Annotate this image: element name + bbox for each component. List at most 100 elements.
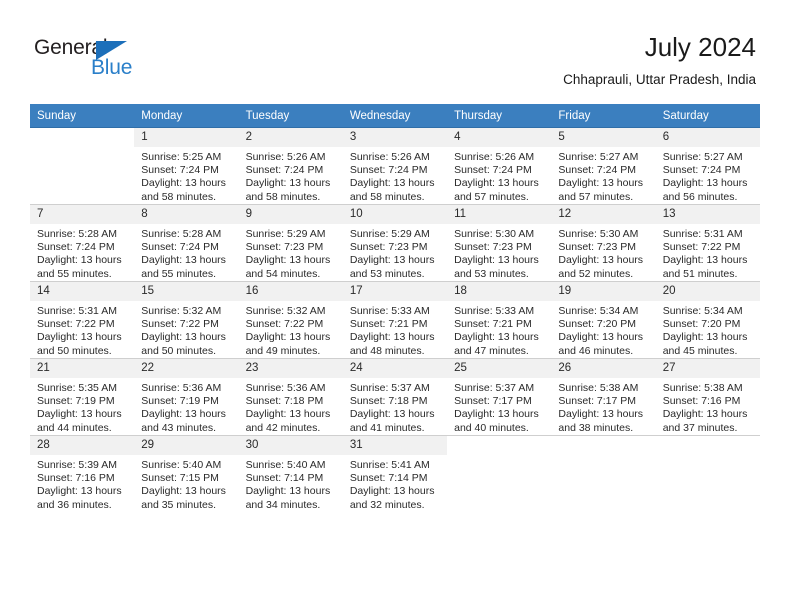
- day-details: Sunrise: 5:32 AM Sunset: 7:22 PM Daylight:…: [134, 301, 238, 358]
- daylight-text-line1: Daylight: 13 hours: [141, 331, 226, 344]
- day-details: Sunrise: 5:40 AM Sunset: 7:15 PM Daylight:…: [134, 455, 238, 512]
- calendar-day-cell[interactable]: 28 Sunrise: 5:39 AM Sunset: 7:16 PM Dayligh…: [30, 435, 135, 512]
- sunrise-text: Sunrise: 5:27 AM: [662, 151, 743, 163]
- daylight-text-line2: and 55 minutes.: [141, 267, 216, 280]
- day-number: 26: [551, 359, 656, 378]
- calendar-day-cell[interactable]: 9 Sunrise: 5:29 AM Sunset: 7:23 PM Daylight…: [238, 204, 343, 282]
- daylight-text-line1: Daylight: 13 hours: [245, 408, 331, 421]
- daylight-text-line2: and 38 minutes.: [558, 421, 634, 434]
- day-details: Sunrise: 5:28 AM Sunset: 7:24 PM Daylight:…: [134, 224, 238, 281]
- daylight-text-line2: and 53 minutes.: [454, 267, 529, 280]
- calendar-day-cell[interactable]: 4 Sunrise: 5:26 AM Sunset: 7:24 PM Daylight…: [447, 127, 552, 205]
- calendar-day-cell[interactable]: 12 Sunrise: 5:30 AM Sunset: 7:23 PM Dayligh…: [551, 204, 656, 282]
- daylight-text-line2: and 58 minutes.: [349, 190, 425, 203]
- calendar-day-cell[interactable]: 3 Sunrise: 5:26 AM Sunset: 7:24 PM Daylight…: [342, 127, 448, 205]
- daylight-text-line2: and 55 minutes.: [37, 267, 112, 280]
- daylight-text-line2: and 57 minutes.: [558, 190, 634, 203]
- calendar-day-cell[interactable]: 10 Sunrise: 5:29 AM Sunset: 7:23 PM Dayligh…: [342, 204, 448, 282]
- day-details: [447, 455, 551, 459]
- day-details: Sunrise: 5:31 AM Sunset: 7:22 PM Daylight:…: [30, 301, 134, 358]
- sunrise-text: Sunrise: 5:40 AM: [245, 459, 326, 471]
- day-details: Sunrise: 5:34 AM Sunset: 7:20 PM Daylight:…: [656, 301, 760, 358]
- calendar-day-cell[interactable]: 8 Sunrise: 5:28 AM Sunset: 7:24 PM Daylight…: [134, 204, 239, 282]
- sunrise-text: Sunrise: 5:37 AM: [349, 382, 430, 394]
- calendar-day-cell[interactable]: 14 Sunrise: 5:31 AM Sunset: 7:22 PM Dayligh…: [30, 281, 135, 359]
- calendar-day-cell[interactable]: 18 Sunrise: 5:33 AM Sunset: 7:21 PM Dayligh…: [447, 281, 552, 359]
- calendar-day-cell[interactable]: 24 Sunrise: 5:37 AM Sunset: 7:18 PM Dayligh…: [342, 358, 448, 436]
- sunrise-text: Sunrise: 5:28 AM: [37, 228, 117, 240]
- calendar-day-cell[interactable]: 30 Sunrise: 5:40 AM Sunset: 7:14 PM Dayligh…: [238, 435, 343, 512]
- day-number: 20: [655, 282, 760, 301]
- sunrise-text: Sunrise: 5:38 AM: [662, 382, 743, 394]
- day-details: Sunrise: 5:37 AM Sunset: 7:18 PM Daylight:…: [343, 378, 447, 435]
- day-details: Sunrise: 5:29 AM Sunset: 7:23 PM Daylight:…: [343, 224, 447, 281]
- calendar-day-cell[interactable]: 27 Sunrise: 5:38 AM Sunset: 7:16 PM Dayligh…: [655, 358, 760, 436]
- daylight-text-line2: and 49 minutes.: [245, 344, 321, 357]
- daylight-text-line2: and 35 minutes.: [141, 498, 216, 511]
- day-number: 2: [238, 128, 343, 147]
- sunset-text: Sunset: 7:24 PM: [662, 164, 741, 177]
- daylight-text-line2: and 51 minutes.: [662, 267, 738, 280]
- calendar-day-cell[interactable]: 1 Sunrise: 5:25 AM Sunset: 7:24 PM Daylight…: [134, 127, 239, 205]
- day-details: Sunrise: 5:25 AM Sunset: 7:24 PM Daylight:…: [134, 147, 238, 204]
- daylight-text-line2: and 42 minutes.: [245, 421, 321, 434]
- weekday-header-friday: Friday: [551, 104, 656, 128]
- calendar-day-cell[interactable]: 20 Sunrise: 5:34 AM Sunset: 7:20 PM Dayligh…: [655, 281, 760, 359]
- sunset-text: Sunset: 7:17 PM: [454, 395, 532, 408]
- general-blue-logo[interactable]: General Blue: [34, 36, 224, 88]
- calendar-day-cell[interactable]: 21 Sunrise: 5:35 AM Sunset: 7:19 PM Dayligh…: [30, 358, 135, 436]
- sunset-text: Sunset: 7:24 PM: [245, 164, 324, 177]
- calendar-day-cell[interactable]: 17 Sunrise: 5:33 AM Sunset: 7:21 PM Dayligh…: [342, 281, 448, 359]
- day-number: [551, 436, 656, 455]
- sunrise-text: Sunrise: 5:40 AM: [141, 459, 222, 471]
- daylight-text-line2: and 43 minutes.: [141, 421, 216, 434]
- sunrise-text: Sunrise: 5:36 AM: [141, 382, 222, 394]
- sunrise-text: Sunrise: 5:26 AM: [454, 151, 535, 163]
- day-number: 7: [30, 205, 135, 224]
- calendar-day-cell[interactable]: 26 Sunrise: 5:38 AM Sunset: 7:17 PM Dayligh…: [551, 358, 656, 436]
- day-number: [447, 436, 552, 455]
- daylight-text-line2: and 40 minutes.: [454, 421, 529, 434]
- calendar-day-cell[interactable]: 16 Sunrise: 5:32 AM Sunset: 7:22 PM Dayligh…: [238, 281, 343, 359]
- daylight-text-line1: Daylight: 13 hours: [37, 331, 122, 344]
- daylight-text-line2: and 34 minutes.: [245, 498, 321, 511]
- calendar-day-cell[interactable]: 15 Sunrise: 5:32 AM Sunset: 7:22 PM Dayligh…: [134, 281, 239, 359]
- sunset-text: Sunset: 7:23 PM: [349, 241, 428, 254]
- calendar-day-cell[interactable]: 5 Sunrise: 5:27 AM Sunset: 7:24 PM Daylight…: [551, 127, 656, 205]
- sunrise-text: Sunrise: 5:29 AM: [349, 228, 430, 240]
- calendar-day-cell[interactable]: 6 Sunrise: 5:27 AM Sunset: 7:24 PM Daylight…: [655, 127, 760, 205]
- sunrise-text: Sunrise: 5:37 AM: [454, 382, 535, 394]
- day-details: Sunrise: 5:34 AM Sunset: 7:20 PM Daylight:…: [551, 301, 655, 358]
- day-details: Sunrise: 5:27 AM Sunset: 7:24 PM Daylight:…: [551, 147, 655, 204]
- daylight-text-line1: Daylight: 13 hours: [454, 254, 539, 267]
- calendar-day-cell[interactable]: 7 Sunrise: 5:28 AM Sunset: 7:24 PM Daylight…: [30, 204, 135, 282]
- calendar-day-cell[interactable]: 23 Sunrise: 5:36 AM Sunset: 7:18 PM Dayligh…: [238, 358, 343, 436]
- day-number: 24: [342, 359, 448, 378]
- calendar-day-cell[interactable]: 11 Sunrise: 5:30 AM Sunset: 7:23 PM Dayligh…: [447, 204, 552, 282]
- calendar-day-cell[interactable]: 19 Sunrise: 5:34 AM Sunset: 7:20 PM Dayligh…: [551, 281, 656, 359]
- sunrise-text: Sunrise: 5:31 AM: [662, 228, 743, 240]
- calendar-day-cell[interactable]: 31 Sunrise: 5:41 AM Sunset: 7:14 PM Dayligh…: [342, 435, 448, 512]
- sunrise-text: Sunrise: 5:25 AM: [141, 151, 222, 163]
- daylight-text-line1: Daylight: 13 hours: [37, 485, 122, 498]
- sunrise-text: Sunrise: 5:30 AM: [558, 228, 639, 240]
- daylight-text-line1: Daylight: 13 hours: [245, 485, 331, 498]
- calendar-header-row: Sunday Monday Tuesday Wednesday Thursday…: [30, 104, 760, 128]
- calendar-day-cell[interactable]: 2 Sunrise: 5:26 AM Sunset: 7:24 PM Daylight…: [238, 127, 343, 205]
- calendar-day-cell[interactable]: 13 Sunrise: 5:31 AM Sunset: 7:22 PM Dayligh…: [655, 204, 760, 282]
- daylight-text-line1: Daylight: 13 hours: [558, 331, 644, 344]
- day-details: Sunrise: 5:38 AM Sunset: 7:17 PM Daylight:…: [551, 378, 655, 435]
- day-number: [655, 436, 760, 455]
- day-details: Sunrise: 5:26 AM Sunset: 7:24 PM Daylight:…: [343, 147, 447, 204]
- calendar-day-cell[interactable]: 25 Sunrise: 5:37 AM Sunset: 7:17 PM Dayligh…: [447, 358, 552, 436]
- calendar-day-cell[interactable]: 22 Sunrise: 5:36 AM Sunset: 7:19 PM Dayligh…: [134, 358, 239, 436]
- day-details: Sunrise: 5:38 AM Sunset: 7:16 PM Daylight:…: [656, 378, 760, 435]
- daylight-text-line1: Daylight: 13 hours: [662, 177, 748, 190]
- day-details: Sunrise: 5:26 AM Sunset: 7:24 PM Daylight:…: [239, 147, 343, 204]
- calendar-day-cell[interactable]: 29 Sunrise: 5:40 AM Sunset: 7:15 PM Dayligh…: [134, 435, 239, 512]
- calendar-page: General Blue July 2024 Chhaprauli, Uttar…: [0, 0, 792, 612]
- sunset-text: Sunset: 7:21 PM: [454, 318, 532, 331]
- title-block: July 2024 Chhaprauli, Uttar Pradesh, Ind…: [563, 32, 756, 89]
- weekday-header-wednesday: Wednesday: [342, 104, 448, 128]
- day-details: Sunrise: 5:28 AM Sunset: 7:24 PM Daylight:…: [30, 224, 134, 281]
